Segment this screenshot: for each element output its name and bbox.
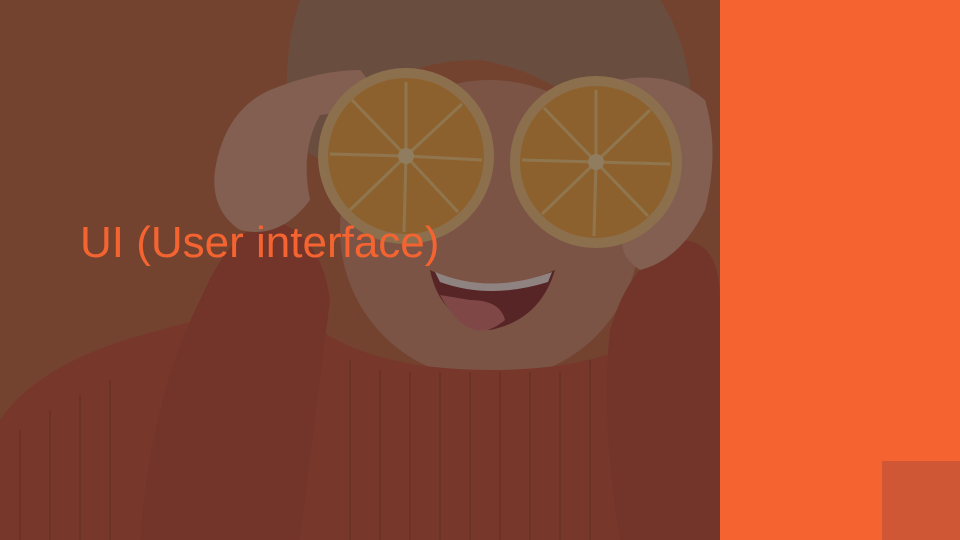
accent-corner-block (882, 461, 960, 540)
slide-title: UI (User interface) (80, 218, 440, 267)
slide: UI (User interface) (0, 0, 960, 540)
accent-side-panel (720, 0, 960, 540)
